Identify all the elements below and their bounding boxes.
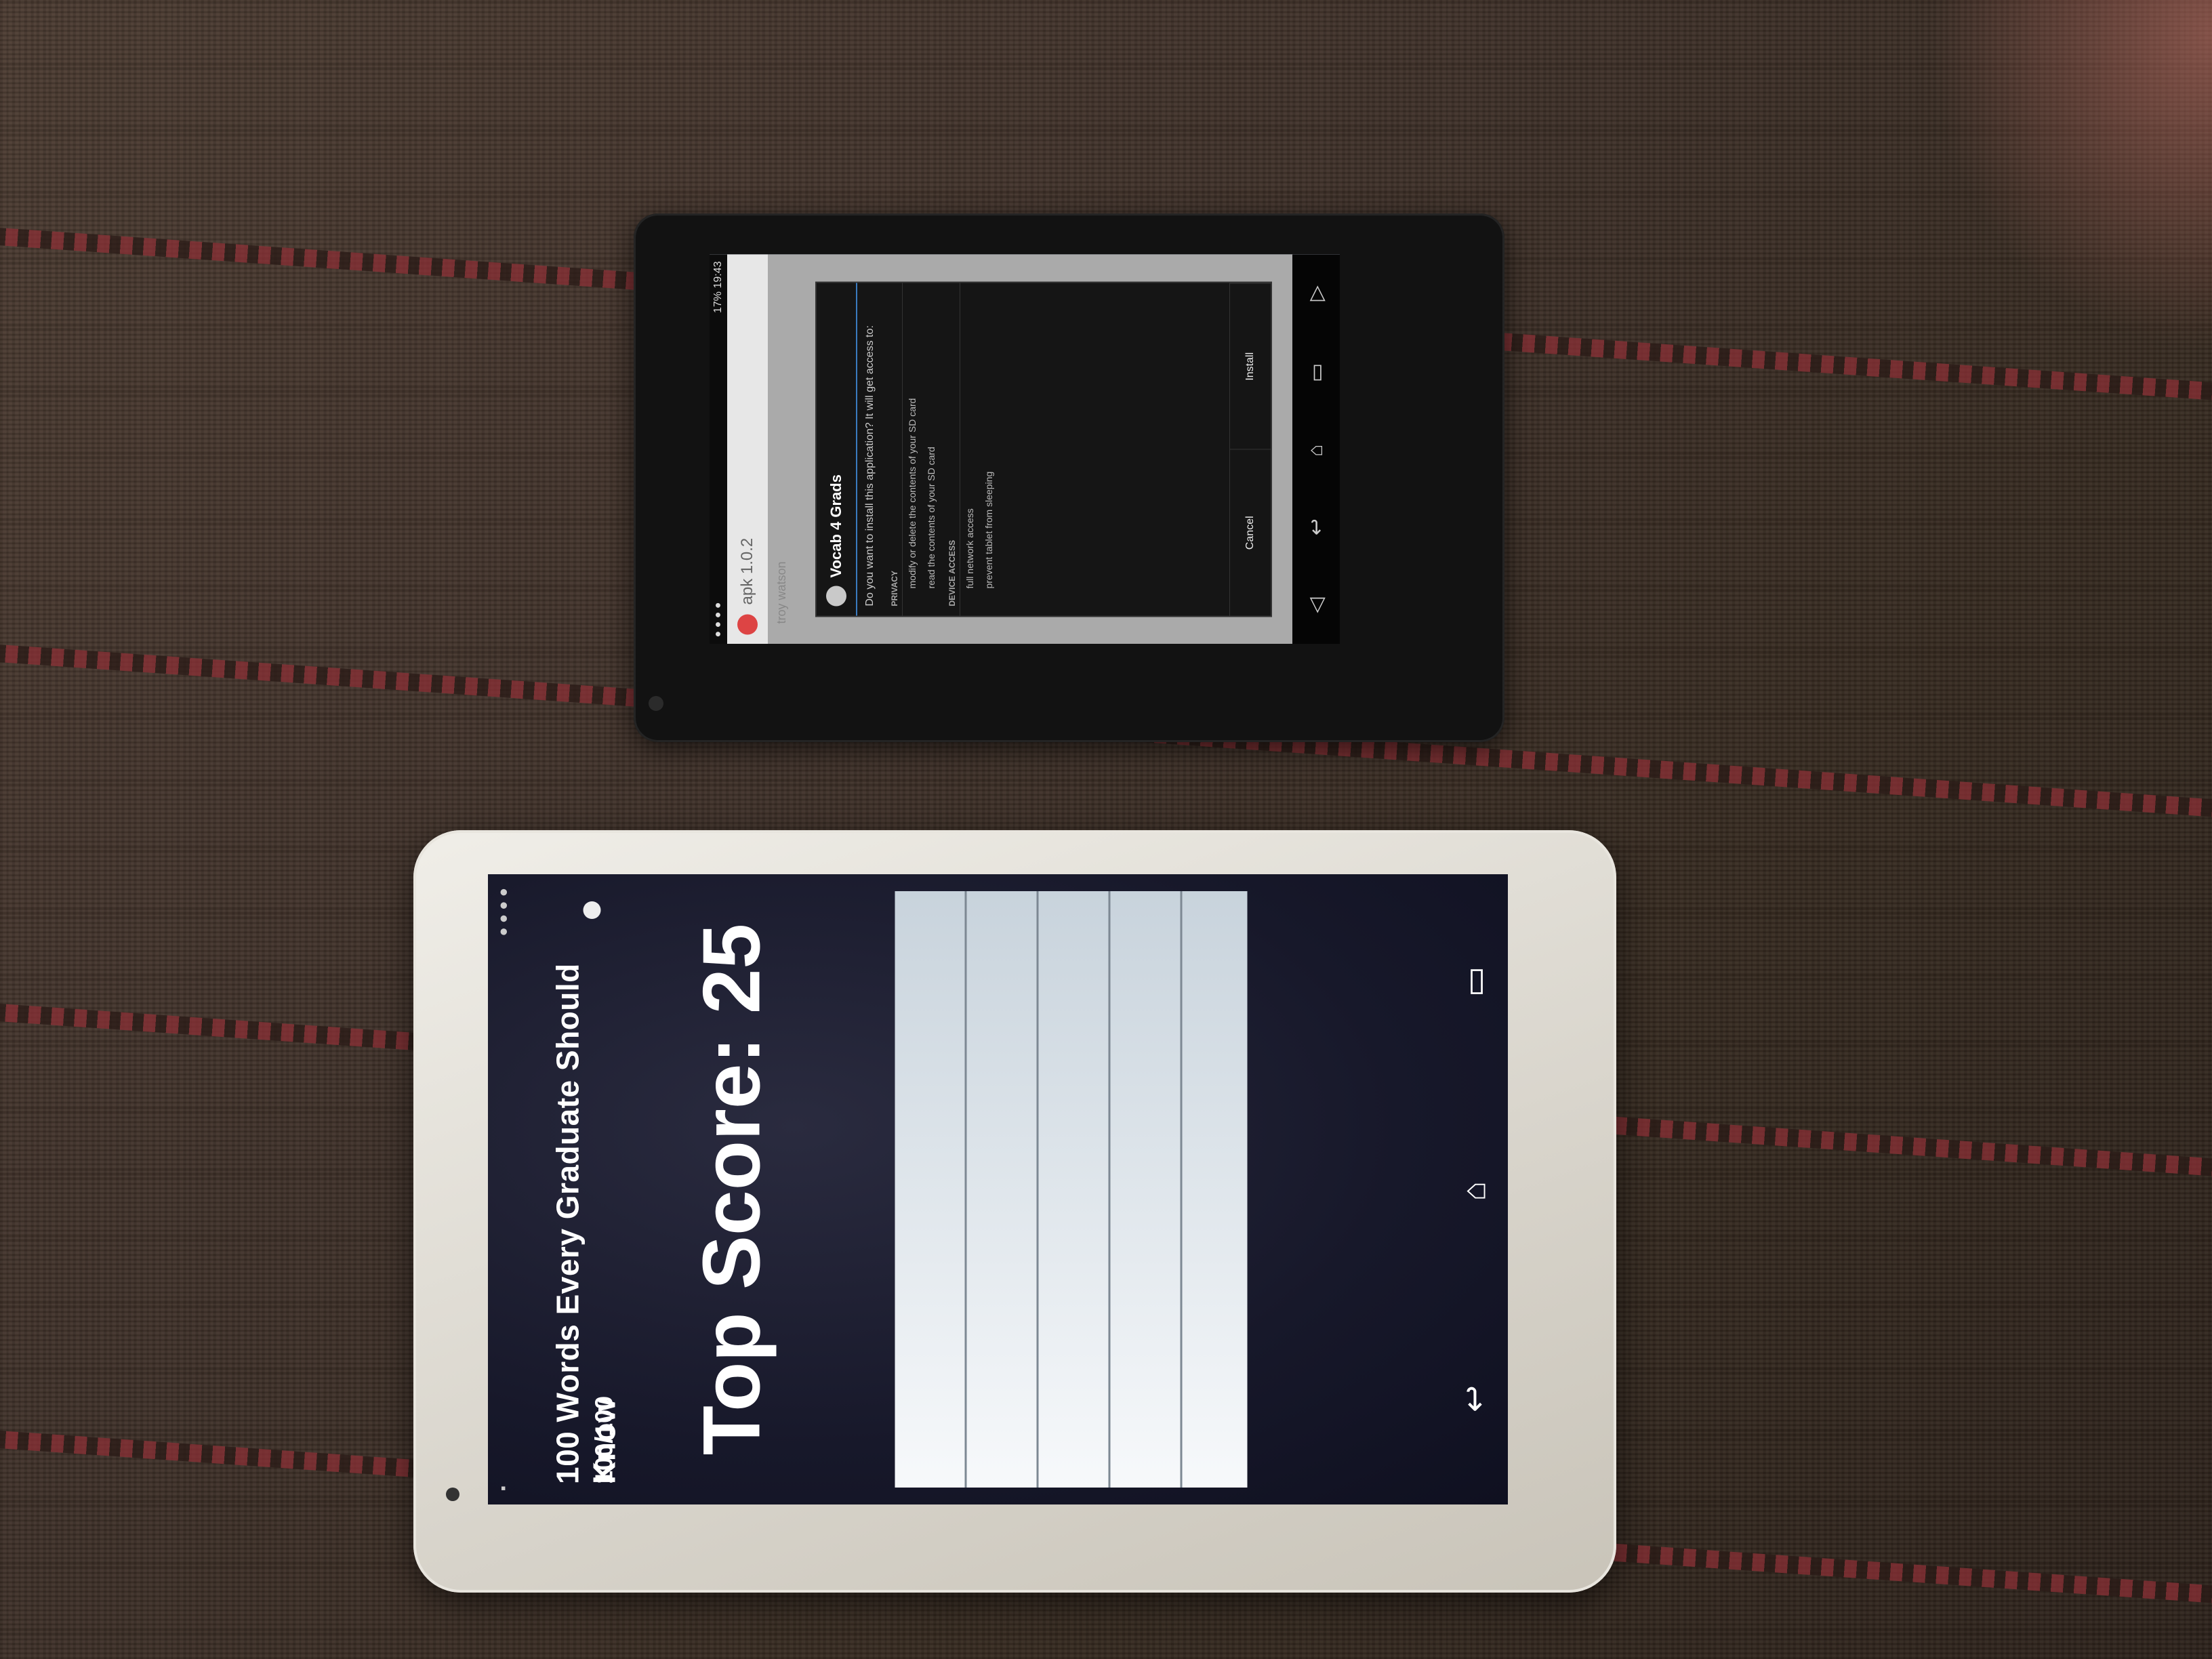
nav-bar: ◁ ↩ ⌂ ▭ ▷ (1292, 254, 1340, 644)
top-score: Top Score: 25 (686, 923, 777, 1456)
list-item[interactable] (895, 891, 966, 1488)
list-item[interactable] (966, 891, 1038, 1488)
install-button[interactable]: Install (1230, 283, 1271, 449)
app-title: apk 1.0.2 (738, 537, 756, 605)
perm-modify: modify or delete the contents of your SD… (907, 398, 918, 588)
word-list[interactable] (895, 891, 1247, 1488)
recent-apps-icon[interactable]: ▭ (1305, 363, 1328, 382)
perm-network: full network access (964, 508, 975, 588)
status-bar: ▪ ● ● ● ● (488, 874, 518, 1504)
volume-down-icon[interactable]: ◁ (1305, 597, 1328, 613)
privacy-section: PRIVACY (883, 283, 903, 615)
status-icons: ● ● ● ● (494, 888, 511, 937)
cancel-button[interactable]: Cancel (1230, 449, 1271, 615)
device-section: DEVICE ACCESS (941, 283, 960, 615)
small-tablet-screen: ● ● ● ● 17% 19:43 apk 1.0.2 troy watson … (710, 254, 1340, 644)
dialog-header: Vocab 4 Grads (817, 283, 857, 615)
dialog-app-name: Vocab 4 Grads (827, 474, 844, 577)
status-icons: ● ● ● ● (712, 602, 724, 637)
status-bar: ● ● ● ● 17% 19:43 (710, 254, 727, 644)
notification-icon: ▪ (494, 1486, 511, 1491)
install-dialog: Vocab 4 Grads Do you want to install thi… (815, 281, 1272, 617)
app-bar: apk 1.0.2 (727, 254, 768, 644)
background-page: troy watson Vocab 4 Grads Do you want to… (768, 254, 1292, 644)
camera (649, 696, 663, 711)
light-glare (1927, 0, 2212, 352)
perm-sleep: prevent tablet from sleeping (983, 471, 994, 588)
small-black-tablet: ● ● ● ● 17% 19:43 apk 1.0.2 troy watson … (634, 213, 1504, 742)
recent-apps-icon[interactable]: ▭ (1455, 966, 1493, 997)
dialog-buttons: Cancel Install (1229, 283, 1271, 615)
status-battery-time: 17% 19:43 (712, 261, 724, 313)
list-item[interactable] (1110, 891, 1182, 1488)
list-item[interactable] (1038, 891, 1110, 1488)
nav-bar: ↩ ⌂ ▭ (1440, 874, 1508, 1504)
white-tablet-screen: ▪ ● ● ● ● 100 Words Every Graduate Shoul… (488, 874, 1508, 1504)
list-item[interactable] (1182, 891, 1252, 1488)
progress-count: 100/100 (590, 1395, 617, 1484)
dialog-question: Do you want to install this application?… (864, 325, 876, 606)
home-icon[interactable]: ⌂ (1305, 444, 1328, 456)
back-icon[interactable]: ↩ (1305, 518, 1328, 535)
user-name: troy watson (775, 560, 788, 623)
app-logo-icon (737, 614, 758, 634)
white-tablet: ▪ ● ● ● ● 100 Words Every Graduate Shoul… (413, 830, 1616, 1593)
camera (446, 1488, 459, 1501)
back-icon[interactable]: ↩ (1455, 1385, 1493, 1412)
app-icon (826, 586, 846, 606)
home-icon[interactable]: ⌂ (1456, 1181, 1493, 1201)
indicator-dot (583, 901, 600, 919)
volume-up-icon[interactable]: ▷ (1305, 285, 1328, 301)
perm-read: read the contents of your SD card (926, 446, 937, 588)
